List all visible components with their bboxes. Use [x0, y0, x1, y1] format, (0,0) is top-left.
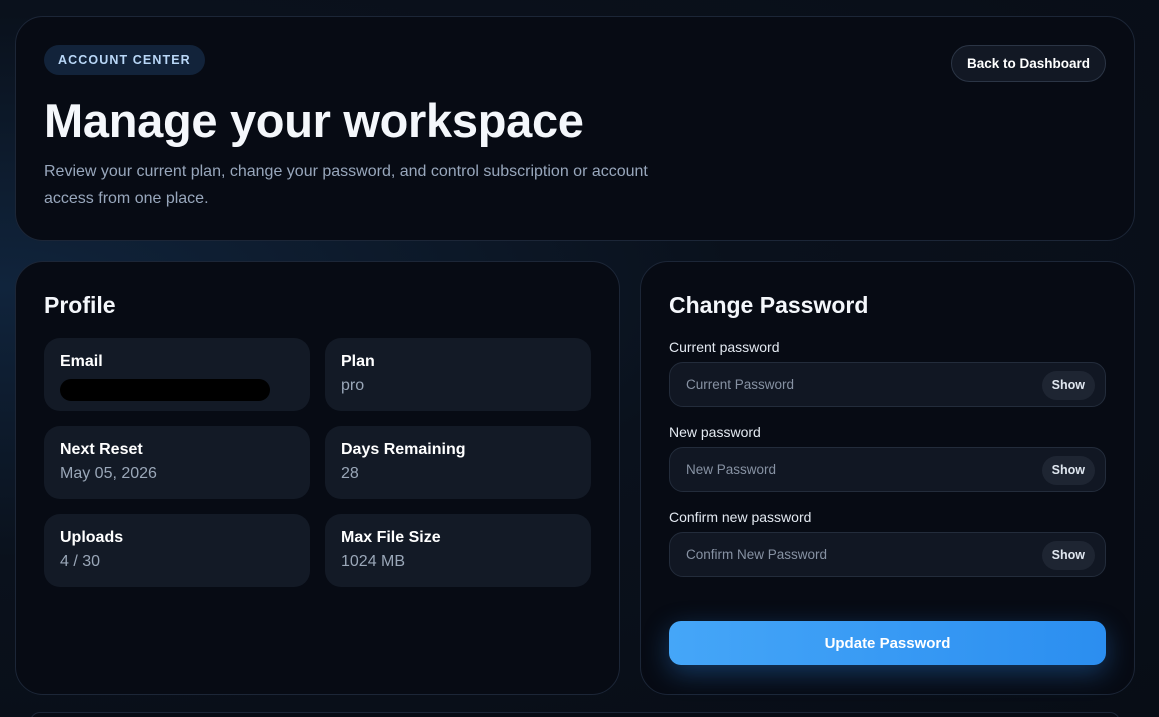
new-password-field: Show [669, 447, 1106, 492]
confirm-password-label: Confirm new password [669, 509, 812, 525]
uploads-tile: Uploads 4 / 30 [44, 514, 310, 587]
tile-value: pro [341, 377, 365, 394]
next-card-edge [30, 712, 1120, 717]
confirm-password-input[interactable] [670, 533, 1030, 576]
profile-grid: Email Plan pro Next Reset May 05, 2026 D… [44, 338, 591, 587]
new-password-label: New password [669, 424, 761, 440]
current-password-label: Current password [669, 339, 780, 355]
current-password-field: Show [669, 362, 1106, 407]
account-center-badge: ACCOUNT CENTER [44, 45, 205, 75]
tile-label: Next Reset [60, 441, 143, 458]
change-password-card: Change Password Current password Show Ne… [640, 261, 1135, 695]
plan-tile: Plan pro [325, 338, 591, 411]
email-tile: Email [44, 338, 310, 411]
current-password-input[interactable] [670, 363, 1030, 406]
confirm-password-field: Show [669, 532, 1106, 577]
redacted-email-value [60, 379, 270, 401]
tile-value: May 05, 2026 [60, 465, 157, 482]
show-new-password-button[interactable]: Show [1041, 456, 1095, 485]
show-confirm-password-button[interactable]: Show [1041, 541, 1095, 570]
page-subtitle: Review your current plan, change your pa… [44, 163, 648, 207]
page-title: Manage your workspace [44, 94, 584, 147]
update-password-button[interactable]: Update Password [669, 621, 1106, 665]
profile-card: Profile Email Plan pro Next Reset May 05… [15, 261, 620, 695]
tile-label: Email [60, 353, 103, 370]
tile-label: Plan [341, 353, 375, 370]
profile-title: Profile [44, 292, 116, 318]
header-card: ACCOUNT CENTER Back to Dashboard Manage … [15, 16, 1135, 241]
tile-value: 1024 MB [341, 553, 406, 570]
next-reset-tile: Next Reset May 05, 2026 [44, 426, 310, 499]
tile-label: Max File Size [341, 529, 441, 546]
max-file-size-tile: Max File Size 1024 MB [325, 514, 591, 587]
tile-value: 4 / 30 [60, 553, 101, 570]
tile-label: Days Remaining [341, 441, 466, 458]
tile-value: 28 [341, 465, 359, 482]
show-current-password-button[interactable]: Show [1041, 371, 1095, 400]
back-to-dashboard-button[interactable]: Back to Dashboard [950, 45, 1106, 82]
new-password-input[interactable] [670, 448, 1030, 491]
change-password-title: Change Password [669, 292, 869, 318]
tile-label: Uploads [60, 529, 124, 546]
days-remaining-tile: Days Remaining 28 [325, 426, 591, 499]
